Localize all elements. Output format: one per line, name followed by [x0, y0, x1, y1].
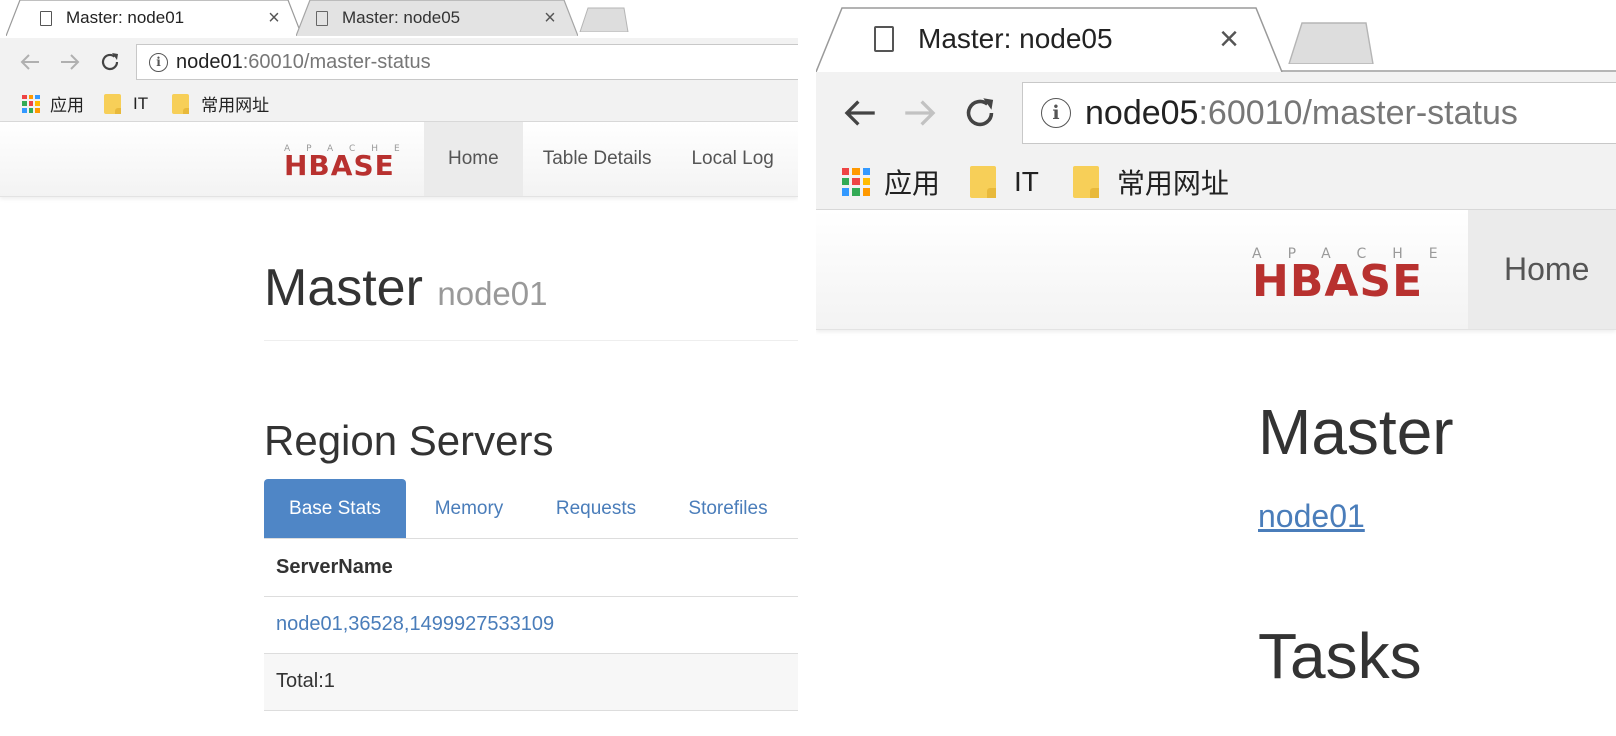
- table-row: node01,36528,1499927533109: [264, 596, 798, 654]
- hbase-menu: Home Table Details Local Log: [424, 122, 794, 196]
- nav-home[interactable]: Home: [1468, 210, 1616, 329]
- info-icon[interactable]: i: [149, 52, 168, 72]
- address-bar[interactable]: i node01 :60010/master-status: [136, 44, 798, 80]
- apps-grid-icon: [22, 94, 40, 113]
- page-icon: [316, 10, 328, 26]
- address-bar[interactable]: i node05 :60010/master-status: [1022, 82, 1616, 144]
- tab-storefiles[interactable]: Storefiles: [660, 479, 796, 538]
- address-path: :60010/master-status: [1198, 93, 1518, 132]
- table-header-row: ServerName: [264, 539, 798, 597]
- reload-icon: [101, 53, 119, 71]
- nav-home[interactable]: Home: [424, 122, 523, 196]
- hbase-menu: Home: [1468, 210, 1616, 329]
- table-total-row: Total:1: [264, 653, 798, 711]
- region-servers-heading: Region Servers: [264, 417, 554, 464]
- page-title: Master: [1258, 396, 1454, 468]
- browser-toolbar: i node01 :60010/master-status: [0, 38, 798, 86]
- hbase-logo[interactable]: APACHE HBASE: [284, 144, 404, 180]
- tab-strip: Master: node05 ×: [816, 0, 1616, 72]
- reload-icon: [966, 98, 994, 127]
- bookmark-folder-common-sites[interactable]: 常用网址: [1072, 162, 1229, 202]
- left-browser-window: Master: node01 × Master: node05 × i node…: [0, 0, 798, 736]
- bookmark-folder-it[interactable]: IT: [970, 165, 1039, 198]
- bookmark-label: 应用: [50, 96, 84, 115]
- reload-button[interactable]: [90, 42, 130, 82]
- close-icon[interactable]: ×: [540, 7, 560, 30]
- address-host: node05: [1085, 93, 1199, 132]
- browser-toolbar: i node05 :60010/master-status: [816, 72, 1616, 154]
- bookmarks-bar: 应用 IT 常用网址: [0, 86, 798, 122]
- new-tab-button[interactable]: [578, 6, 630, 32]
- bookmark-label: IT: [1014, 165, 1039, 197]
- back-button[interactable]: [830, 83, 890, 143]
- nav-table-details[interactable]: Table Details: [523, 122, 672, 196]
- bookmark-folder-it[interactable]: IT: [104, 93, 149, 114]
- tab-strip: Master: node01 × Master: node05 ×: [0, 0, 798, 38]
- nav-local-log[interactable]: Local Log: [671, 122, 793, 196]
- bookmark-folder-common-sites[interactable]: 常用网址: [172, 91, 269, 116]
- folder-icon: [104, 93, 121, 114]
- tab-title: Master: node01: [66, 8, 185, 27]
- page-icon: [40, 10, 52, 26]
- tab-master-node05[interactable]: Master: node05 ×: [296, 0, 578, 36]
- folder-icon: [1072, 165, 1099, 198]
- master-host-link[interactable]: node01: [1258, 500, 1365, 532]
- close-icon[interactable]: ×: [1214, 20, 1244, 59]
- bookmark-apps[interactable]: 应用: [22, 91, 84, 116]
- region-server-tabs: Base Stats Memory Requests Storefiles: [264, 479, 798, 539]
- bookmark-label: IT: [133, 93, 149, 113]
- total-count: Total:1: [264, 653, 798, 711]
- page-title-host: node01: [437, 275, 548, 312]
- image-gutter: [798, 0, 816, 736]
- right-browser-window: Master: node05 × i node05 :60010/master-…: [816, 0, 1616, 736]
- bookmarks-bar: 应用 IT 常用网址: [816, 154, 1616, 210]
- arrow-left-icon: [844, 100, 875, 126]
- close-icon[interactable]: ×: [264, 7, 284, 30]
- master-content: Master node01 Region Servers Base Stats …: [264, 196, 798, 711]
- reload-button[interactable]: [950, 83, 1010, 143]
- page-title: Master node01: [264, 259, 548, 317]
- folder-icon: [172, 93, 190, 114]
- hbase-navbar: APACHE HBASE Home Table Details Local Lo…: [0, 122, 798, 197]
- info-icon[interactable]: i: [1041, 98, 1071, 128]
- arrow-right-icon: [61, 54, 80, 70]
- address-path: :60010/master-status: [242, 50, 431, 73]
- tab-requests[interactable]: Requests: [532, 479, 660, 538]
- bookmark-label: 应用: [884, 167, 941, 199]
- forward-button[interactable]: [50, 42, 90, 82]
- bookmark-label: 常用网址: [1116, 167, 1229, 199]
- forward-button[interactable]: [890, 83, 950, 143]
- tab-title: Master: node05: [342, 8, 461, 27]
- tab-memory[interactable]: Memory: [406, 479, 532, 538]
- column-servername: ServerName: [264, 539, 798, 597]
- tab-title: Master: node05: [918, 23, 1113, 54]
- back-button[interactable]: [10, 42, 50, 82]
- page-icon: [874, 26, 894, 52]
- apps-grid-icon: [842, 167, 870, 196]
- tab-master-node01[interactable]: Master: node01 ×: [6, 0, 302, 36]
- bookmark-apps[interactable]: 应用: [842, 162, 940, 202]
- logo-hbase-text: HBASE: [1252, 256, 1424, 307]
- hbase-navbar: APACHE HBASE Home: [816, 210, 1616, 330]
- hbase-logo[interactable]: APACHE HBASE: [1252, 246, 1442, 304]
- server-link[interactable]: node01,36528,1499927533109: [276, 613, 554, 635]
- tab-base-stats[interactable]: Base Stats: [264, 479, 406, 538]
- address-host: node01: [176, 50, 243, 73]
- bookmark-label: 常用网址: [201, 96, 270, 115]
- new-tab-button[interactable]: [1286, 20, 1376, 64]
- region-servers-table: ServerName node01,36528,1499927533109 To…: [264, 539, 798, 711]
- tasks-heading: Tasks: [1258, 620, 1422, 692]
- arrow-left-icon: [20, 54, 39, 70]
- logo-hbase-text: HBASE: [284, 149, 395, 182]
- tab-master-node05[interactable]: Master: node05 ×: [816, 6, 1288, 72]
- page-header: Master node01: [264, 196, 798, 341]
- folder-icon: [970, 165, 997, 198]
- arrow-right-icon: [905, 100, 936, 126]
